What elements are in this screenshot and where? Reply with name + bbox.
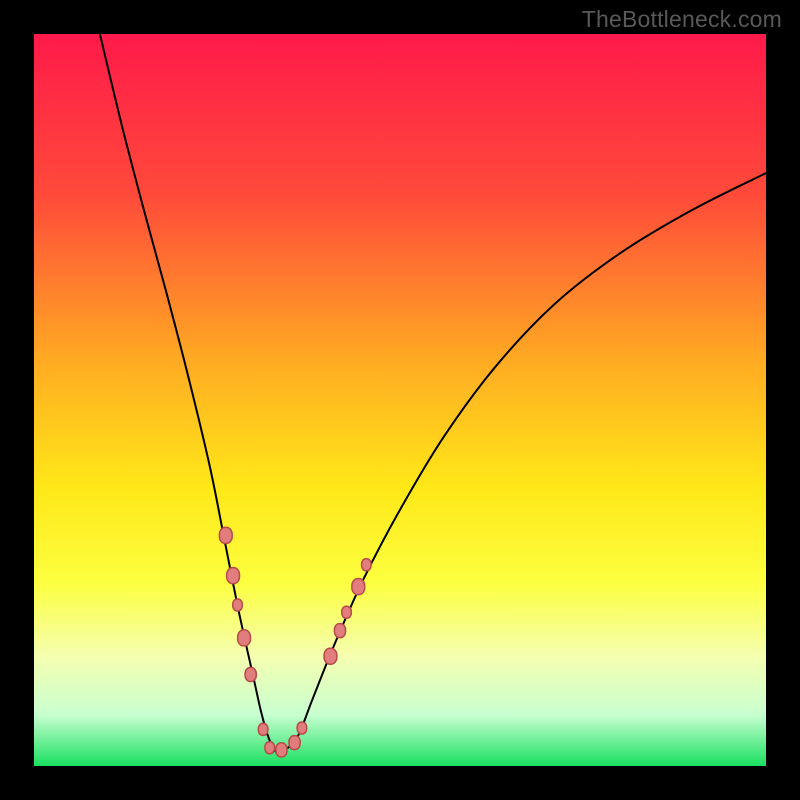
watermark-text: TheBottleneck.com bbox=[582, 6, 782, 33]
data-marker bbox=[219, 527, 232, 543]
data-marker bbox=[342, 606, 352, 618]
data-marker bbox=[227, 568, 240, 584]
data-marker bbox=[238, 630, 251, 646]
bottleneck-curve bbox=[100, 34, 766, 753]
curve-layer bbox=[34, 34, 766, 766]
data-marker bbox=[245, 668, 256, 682]
markers bbox=[219, 527, 371, 756]
data-marker bbox=[324, 648, 337, 664]
data-marker bbox=[258, 723, 268, 735]
data-marker bbox=[334, 624, 345, 638]
data-marker bbox=[276, 743, 287, 757]
plot-area bbox=[34, 34, 766, 766]
data-marker bbox=[362, 559, 372, 571]
data-marker bbox=[265, 742, 275, 754]
data-marker bbox=[289, 736, 300, 750]
chart-frame: TheBottleneck.com bbox=[0, 0, 800, 800]
data-marker bbox=[352, 579, 365, 595]
data-marker bbox=[233, 599, 243, 611]
data-marker bbox=[297, 722, 307, 734]
